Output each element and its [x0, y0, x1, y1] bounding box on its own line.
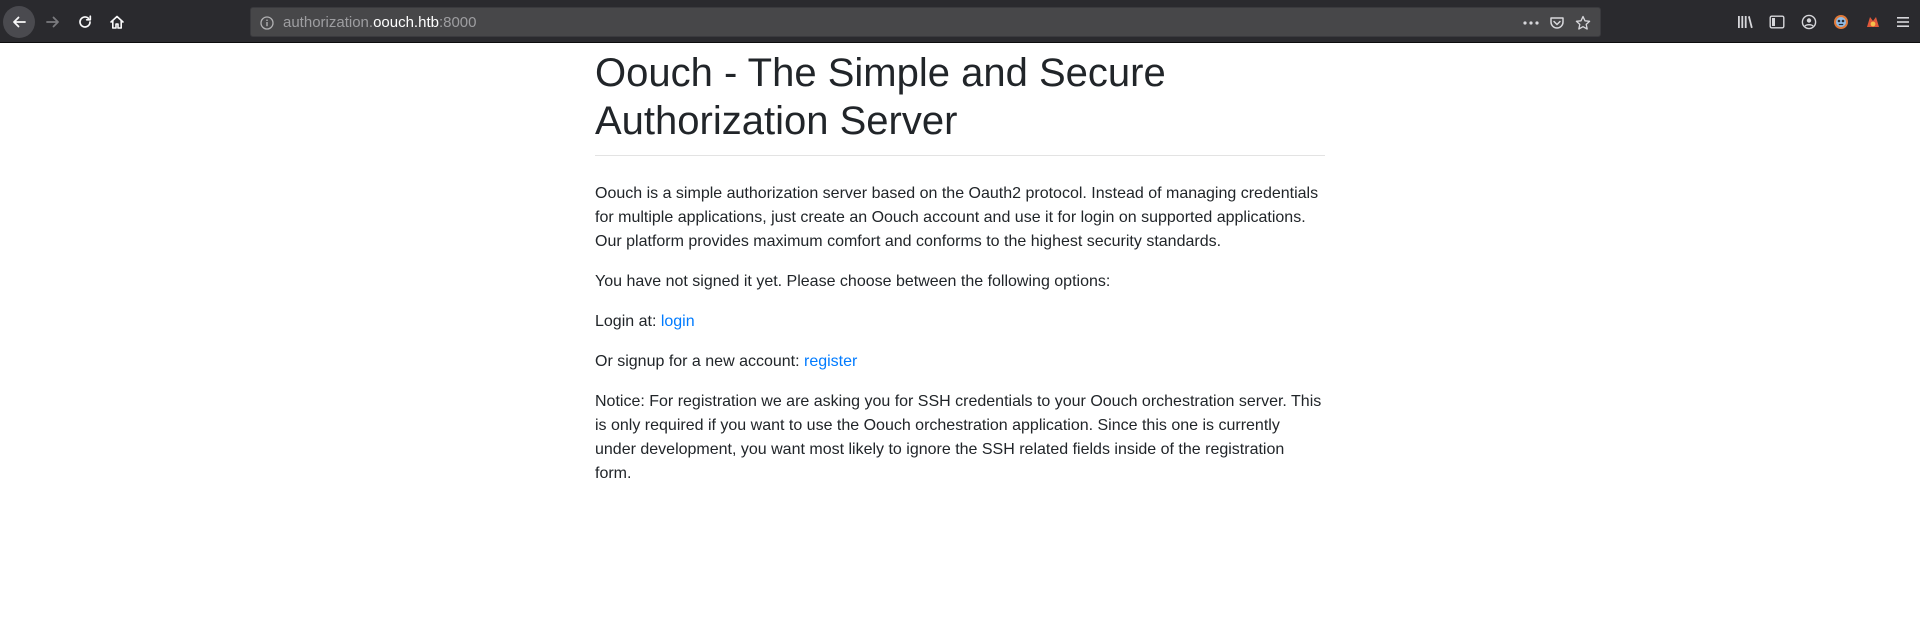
page-title: Oouch - The Simple and Secure Authorizat… [595, 49, 1325, 156]
url-text[interactable]: authorization.oouch.htb:8000 [283, 15, 477, 31]
url-host: oouch.htb [373, 14, 439, 31]
register-link[interactable]: register [804, 353, 857, 370]
page-content: Oouch - The Simple and Secure Authorizat… [595, 43, 1325, 486]
back-arrow-icon [11, 14, 27, 30]
login-label: Login at: [595, 313, 661, 330]
login-link[interactable]: login [661, 313, 695, 330]
account-icon[interactable] [1798, 12, 1820, 32]
url-prefix: authorization. [283, 14, 374, 31]
signin-status-text: You have not signed it yet. Please choos… [595, 273, 1111, 290]
back-button[interactable] [3, 6, 35, 38]
notice-paragraph: Notice: For registration we are asking y… [595, 393, 1322, 482]
url-actions [1520, 13, 1594, 33]
browser-toolbar: authorization.oouch.htb:8000 [0, 0, 1920, 43]
reload-icon [77, 14, 93, 30]
signup-row: Or signup for a new account: register [595, 350, 1325, 374]
library-icon[interactable] [1734, 12, 1756, 32]
extension-icon[interactable] [1830, 12, 1852, 32]
forward-button[interactable] [37, 6, 69, 38]
home-button[interactable] [101, 6, 133, 38]
forward-arrow-icon [45, 14, 61, 30]
hamburger-menu-icon[interactable] [1892, 12, 1914, 32]
url-port: :8000 [438, 14, 477, 31]
bookmark-star-icon[interactable] [1572, 13, 1594, 33]
sidebar-icon[interactable] [1766, 12, 1788, 32]
more-dots-icon[interactable] [1520, 13, 1542, 33]
info-icon[interactable] [259, 15, 275, 31]
intro-paragraph: Oouch is a simple authorization server b… [595, 185, 1319, 250]
reload-button[interactable] [69, 6, 101, 38]
pocket-icon[interactable] [1546, 13, 1568, 33]
home-icon [109, 14, 125, 30]
url-bar[interactable]: authorization.oouch.htb:8000 [250, 7, 1601, 37]
signup-label: Or signup for a new account: [595, 353, 804, 370]
toolbar-right [1720, 12, 1920, 32]
firefox-extension-icon[interactable] [1862, 12, 1884, 32]
login-row: Login at: login [595, 310, 1325, 334]
